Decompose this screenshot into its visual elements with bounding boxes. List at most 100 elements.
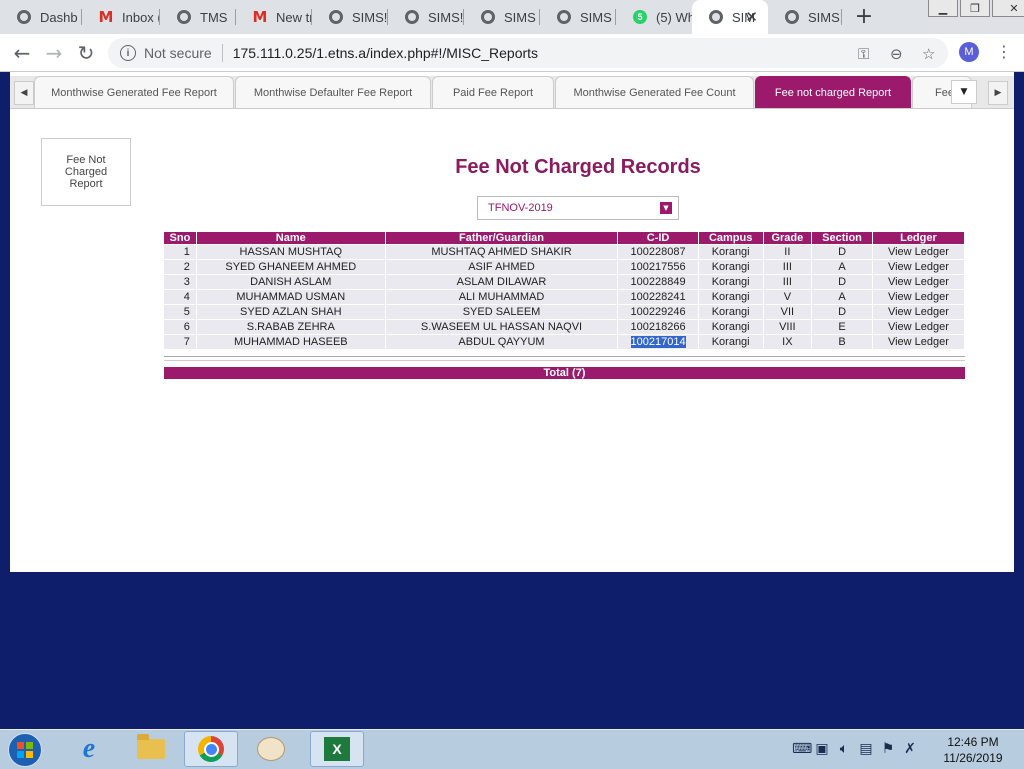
excel-taskbar-button[interactable]: X xyxy=(310,731,364,767)
browser-tab[interactable]: SIMS - xyxy=(464,0,540,34)
network-icon[interactable]: ▤ xyxy=(858,741,874,757)
globe-icon xyxy=(784,9,800,25)
tab-monthwise-generated-fee-count[interactable]: Monthwise Generated Fee Count xyxy=(555,76,754,108)
info-icon[interactable]: i xyxy=(120,45,136,61)
volume-icon[interactable]: 🔈︎ xyxy=(836,741,852,757)
browser-tab[interactable]: M Inbox ( xyxy=(82,0,160,34)
column-header[interactable]: Section xyxy=(812,232,873,244)
zoom-icon[interactable]: ⊖ xyxy=(890,45,903,63)
column-header[interactable]: Father/Guardian xyxy=(385,232,619,244)
section-cell: D xyxy=(812,305,873,319)
view-ledger-link[interactable]: View Ledger xyxy=(872,275,965,289)
table-row: 4 MUHAMMAD USMAN ALI MUHAMMAD 100228241 … xyxy=(164,290,965,304)
paint-palette-icon xyxy=(257,737,285,761)
browser-tab[interactable]: TMS xyxy=(160,0,236,34)
browser-tab-title: SIMS!N xyxy=(352,9,388,25)
browser-tab-title: SIMS - xyxy=(580,9,616,25)
bookmark-star-icon[interactable]: ☆ xyxy=(922,45,935,63)
period-select-value: TFNOV-2019 xyxy=(488,202,553,214)
browser-tab[interactable]: SIMS!N xyxy=(312,0,388,34)
period-select[interactable]: TFNOV-2019 ▼ xyxy=(477,196,679,220)
campus-cell: Korangi xyxy=(698,260,764,274)
browser-tab-active[interactable]: SIM ✕ xyxy=(692,0,768,34)
view-ledger-link[interactable]: View Ledger xyxy=(872,305,965,319)
app-tray-icon[interactable]: ▣ xyxy=(814,741,830,757)
section-cell: D xyxy=(812,275,873,289)
scroll-left-icon[interactable]: ◀ xyxy=(14,81,34,105)
windows-logo-icon xyxy=(8,733,42,767)
globe-icon xyxy=(176,9,192,25)
new-tab-button[interactable]: + xyxy=(852,4,876,29)
column-header[interactable]: Name xyxy=(196,232,386,244)
father-cell: ALI MUHAMMAD xyxy=(385,290,619,304)
view-ledger-link[interactable]: View Ledger xyxy=(872,335,965,349)
power-icon[interactable]: ✗ xyxy=(902,741,918,757)
view-ledger-link[interactable]: View Ledger xyxy=(872,260,965,274)
column-header[interactable]: Ledger xyxy=(872,232,965,244)
minimize-button[interactable]: ▁ xyxy=(928,0,958,17)
flag-icon[interactable]: ⚑ xyxy=(880,741,896,757)
internet-explorer-taskbar-button[interactable]: e xyxy=(62,731,116,767)
name-cell: SYED AZLAN SHAH xyxy=(196,305,386,319)
browser-tab-title: TMS xyxy=(200,9,228,25)
forward-button[interactable]: → xyxy=(40,39,68,67)
browser-tab[interactable]: SIMS - xyxy=(540,0,616,34)
gmail-icon: M xyxy=(98,8,114,26)
section-cell: A xyxy=(812,290,873,304)
column-header[interactable]: Grade xyxy=(763,232,813,244)
browser-tab-title: Inbox ( xyxy=(122,9,160,25)
view-ledger-link[interactable]: View Ledger xyxy=(872,245,965,259)
usb-icon[interactable]: ⌨ xyxy=(792,741,812,757)
tab-paid-fee-report[interactable]: Paid Fee Report xyxy=(432,76,554,108)
browser-tab[interactable]: 5 (5) Wh xyxy=(616,0,692,34)
reload-button[interactable]: ↻ xyxy=(72,39,100,67)
page-content: ◀ Monthwise Generated Fee Report Monthwi… xyxy=(10,72,1014,572)
tab-monthwise-generated-fee-report[interactable]: Monthwise Generated Fee Report xyxy=(34,76,234,108)
father-cell: S.WASEEM UL HASSAN NAQVI xyxy=(385,320,619,334)
back-button[interactable]: ← xyxy=(8,39,36,67)
url-text[interactable]: 175.111.0.25/1.etns.a/index.php#!/MISC_R… xyxy=(233,45,538,61)
view-ledger-link[interactable]: View Ledger xyxy=(872,320,965,334)
tab-list-dropdown[interactable]: ▼ xyxy=(951,80,977,104)
cid-cell: 100228241 xyxy=(618,290,699,304)
browser-tab[interactable]: M New tr xyxy=(236,0,312,34)
grade-cell: II xyxy=(763,245,813,259)
profile-avatar[interactable]: M xyxy=(959,42,979,62)
table-divider xyxy=(164,356,965,361)
section-cell: A xyxy=(812,260,873,274)
view-ledger-link[interactable]: View Ledger xyxy=(872,290,965,304)
restore-button[interactable]: ❐ xyxy=(960,0,990,17)
browser-tab-title: New tr xyxy=(276,9,312,25)
browser-menu-icon[interactable]: ⋮ xyxy=(996,42,1012,61)
father-cell: SYED SALEEM xyxy=(385,305,619,319)
address-bar[interactable]: i Not secure 175.111.0.25/1.etns.a/index… xyxy=(108,38,948,68)
taskbar-clock[interactable]: 12:46 PM 11/26/2019 xyxy=(928,734,1018,766)
table-row: 3 DANISH ASLAM ASLAM DILAWAR 100228849 K… xyxy=(164,275,965,289)
grade-cell: V xyxy=(763,290,813,304)
start-button[interactable] xyxy=(4,732,46,768)
column-header[interactable]: Campus xyxy=(698,232,764,244)
scroll-right-icon[interactable]: ▶ xyxy=(988,81,1008,105)
browser-tab[interactable]: SIMS!N xyxy=(388,0,464,34)
total-row: Total (7) xyxy=(164,367,965,379)
table-header-row: Sno Name Father/Guardian C-ID Campus Gra… xyxy=(164,232,965,244)
close-tab-icon[interactable]: ✕ xyxy=(745,8,758,26)
chrome-taskbar-button[interactable] xyxy=(184,731,238,767)
report-shortcut-box[interactable]: Fee Not Charged Report xyxy=(41,138,131,206)
column-header[interactable]: C-ID xyxy=(618,232,699,244)
gmail-icon: M xyxy=(252,8,268,26)
selected-cid-text[interactable]: 100217014 xyxy=(630,336,686,348)
tab-monthwise-defaulter-fee-report[interactable]: Monthwise Defaulter Fee Report xyxy=(235,76,431,108)
chrome-icon xyxy=(198,736,224,762)
file-explorer-taskbar-button[interactable] xyxy=(124,731,178,767)
taskbar: e X ⌨ ▣ 🔈︎ ▤ ⚑ ✗ 12:46 PM 11/26/2019 xyxy=(0,729,1024,769)
column-header[interactable]: Sno xyxy=(164,232,197,244)
sno-cell: 7 xyxy=(164,335,197,349)
close-window-button[interactable]: ✕ xyxy=(992,0,1024,17)
browser-toolbar: ← → ↻ i Not secure 175.111.0.25/1.etns.a… xyxy=(0,34,1024,72)
browser-tab[interactable]: Dashb xyxy=(0,0,82,34)
paint-taskbar-button[interactable] xyxy=(244,731,298,767)
tab-fee-not-charged-report[interactable]: Fee not charged Report xyxy=(755,76,911,108)
key-icon[interactable]: ⚿ xyxy=(858,45,869,63)
browser-tab[interactable]: SIMS!N xyxy=(768,0,842,34)
